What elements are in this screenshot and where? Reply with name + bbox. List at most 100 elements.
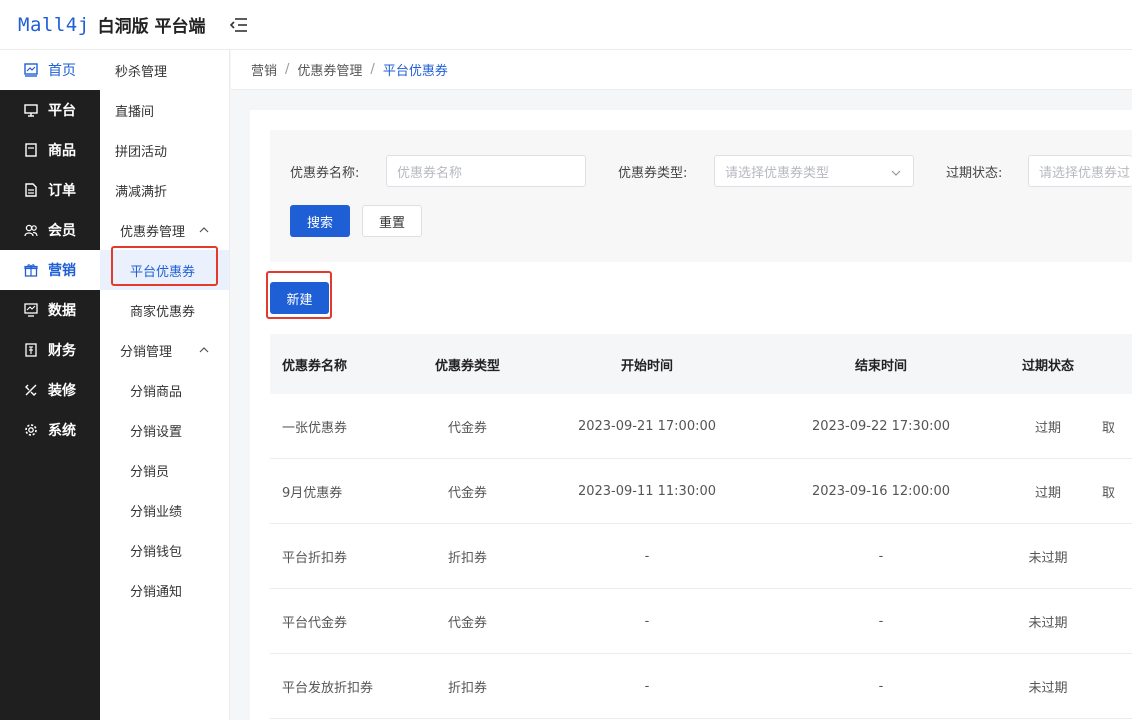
coupon-table: 优惠券名称 优惠券类型 开始时间 结束时间 过期状态 一张优惠券 代金券 202…: [270, 334, 1132, 719]
cell-status: 未过期: [1028, 550, 1068, 566]
product-icon: [24, 143, 38, 157]
nav-label: 装修: [48, 383, 76, 399]
nav-label: 平台: [48, 103, 76, 119]
nav-label: 订单: [48, 183, 76, 199]
cell-type: 代金券: [447, 420, 487, 436]
cell-action[interactable]: 取: [1098, 417, 1132, 436]
subnav-item-distributor[interactable]: 分销员: [100, 450, 229, 490]
gift-icon: [24, 263, 38, 277]
secondary-sidebar: 秒杀管理 直播间 拼团活动 满减满折 优惠券管理 平台优惠券 商家优惠券 分销管…: [100, 50, 230, 720]
cell-type: 代金券: [447, 485, 487, 501]
cell-end: 2023-09-16 12:00:00: [811, 483, 951, 499]
subnav-item-dist-product[interactable]: 分销商品: [100, 370, 229, 410]
coupon-name-label: 优惠券名称:: [290, 166, 360, 181]
decorate-icon: [24, 383, 38, 397]
subnav-group-distribution[interactable]: 分销管理: [100, 330, 229, 370]
nav-item-system[interactable]: 系统: [0, 410, 100, 450]
cell-name: 平台折扣券: [282, 550, 348, 566]
chevron-down-icon: [891, 167, 901, 177]
nav-label: 会员: [48, 223, 76, 239]
subnav-item-dist-wallet[interactable]: 分销钱包: [100, 530, 229, 570]
subnav-group-label: 优惠券管理: [120, 224, 186, 240]
nav-item-finance[interactable]: 财务: [0, 330, 100, 370]
app-title: 白洞版 平台端: [97, 17, 206, 37]
header-end: 结束时间: [854, 358, 907, 374]
nav-label: 财务: [48, 343, 76, 359]
subnav-item-merchant-coupon[interactable]: 商家优惠券: [100, 290, 229, 330]
member-icon: [24, 223, 38, 237]
cell-start: -: [644, 613, 650, 629]
nav-item-member[interactable]: 会员: [0, 210, 100, 250]
nav-item-decorate[interactable]: 装修: [0, 370, 100, 410]
nav-item-order[interactable]: 订单: [0, 170, 100, 210]
cell-status: 过期: [1034, 485, 1061, 501]
nav-item-platform[interactable]: 平台: [0, 90, 100, 130]
nav-label: 营销: [48, 263, 76, 279]
cell-type: 折扣券: [447, 550, 487, 566]
header-type: 优惠券类型: [434, 358, 500, 374]
cell-start: 2023-09-11 11:30:00: [577, 483, 717, 499]
subnav-item-dist-settings[interactable]: 分销设置: [100, 410, 229, 450]
coupon-name-input[interactable]: 优惠券名称: [386, 155, 586, 187]
data-icon: [24, 303, 38, 317]
finance-icon: [24, 343, 38, 357]
subnav-item-group-buy[interactable]: 拼团活动: [100, 130, 229, 170]
subnav-item-discount[interactable]: 满减满折: [100, 170, 229, 210]
subnav-item-seckill[interactable]: 秒杀管理: [100, 50, 229, 90]
breadcrumb-level2[interactable]: 优惠券管理: [297, 60, 362, 79]
order-icon: [24, 183, 38, 197]
table-row: 平台折扣券 折扣券 - - 未过期: [270, 524, 1132, 589]
cell-type: 折扣券: [447, 680, 487, 696]
search-panel: [270, 130, 1132, 262]
dashboard-icon: [24, 63, 38, 77]
cell-start: 2023-09-21 17:00:00: [577, 418, 717, 434]
input-placeholder: 优惠券名称: [397, 165, 463, 181]
cell-end: -: [878, 548, 884, 564]
subnav-item-dist-performance[interactable]: 分销业绩: [100, 490, 229, 530]
cell-start: -: [644, 548, 650, 564]
cell-end: 2023-09-22 17:30:00: [811, 418, 951, 434]
header-status: 过期状态: [1021, 358, 1074, 374]
chevron-up-icon: [199, 224, 209, 234]
cell-action[interactable]: 取: [1098, 482, 1132, 501]
cell-status: 未过期: [1028, 680, 1068, 696]
coupon-type-label: 优惠券类型:: [618, 166, 688, 181]
nav-label: 首页: [48, 63, 76, 79]
nav-label: 系统: [48, 423, 76, 439]
primary-sidebar: 首页 平台 商品 订单 会员 营销 数据 财务 装修 系统: [0, 50, 100, 720]
cell-name: 一张优惠券: [282, 420, 348, 436]
breadcrumb-current: 平台优惠券: [382, 64, 448, 79]
breadcrumb-separator: /: [370, 62, 375, 77]
gear-icon: [24, 423, 38, 437]
nav-label: 商品: [48, 143, 76, 159]
subnav-group-label: 分销管理: [120, 344, 173, 360]
top-header: Mall4j 白洞版 平台端: [0, 0, 1132, 50]
subnav-item-live[interactable]: 直播间: [100, 90, 229, 130]
table-row: 平台代金券 代金券 - - 未过期: [270, 589, 1132, 654]
new-coupon-button[interactable]: 新建: [270, 282, 329, 314]
expire-status-select[interactable]: 请选择优惠券过: [1028, 155, 1132, 187]
subnav-item-dist-notice[interactable]: 分销通知: [100, 570, 229, 610]
cell-end: -: [878, 613, 884, 629]
nav-item-home[interactable]: 首页: [0, 50, 100, 90]
breadcrumb-level1[interactable]: 营销: [251, 60, 277, 79]
table-row: 一张优惠券 代金券 2023-09-21 17:00:00 2023-09-22…: [270, 394, 1132, 459]
breadcrumb-separator: /: [285, 62, 290, 77]
nav-item-marketing[interactable]: 营销: [0, 250, 100, 290]
brand-logo[interactable]: Mall4j: [18, 14, 90, 36]
subnav-group-coupon[interactable]: 优惠券管理: [100, 210, 229, 250]
nav-item-product[interactable]: 商品: [0, 130, 100, 170]
reset-button[interactable]: 重置: [362, 205, 422, 237]
expire-status-label: 过期状态:: [946, 166, 1003, 181]
subnav-item-platform-coupon[interactable]: 平台优惠券: [100, 250, 229, 290]
table-row: 9月优惠券 代金券 2023-09-11 11:30:00 2023-09-16…: [270, 459, 1132, 524]
chevron-up-icon: [199, 344, 209, 354]
nav-item-data[interactable]: 数据: [0, 290, 100, 330]
menu-fold-icon[interactable]: [229, 17, 248, 32]
cell-start: -: [644, 678, 650, 694]
search-button[interactable]: 搜索: [290, 205, 350, 237]
breadcrumb: 营销 / 优惠券管理 / 平台优惠券: [231, 50, 1132, 90]
coupon-type-select[interactable]: 请选择优惠券类型: [714, 155, 914, 187]
cell-status: 未过期: [1028, 615, 1068, 631]
cell-name: 9月优惠券: [282, 485, 343, 501]
